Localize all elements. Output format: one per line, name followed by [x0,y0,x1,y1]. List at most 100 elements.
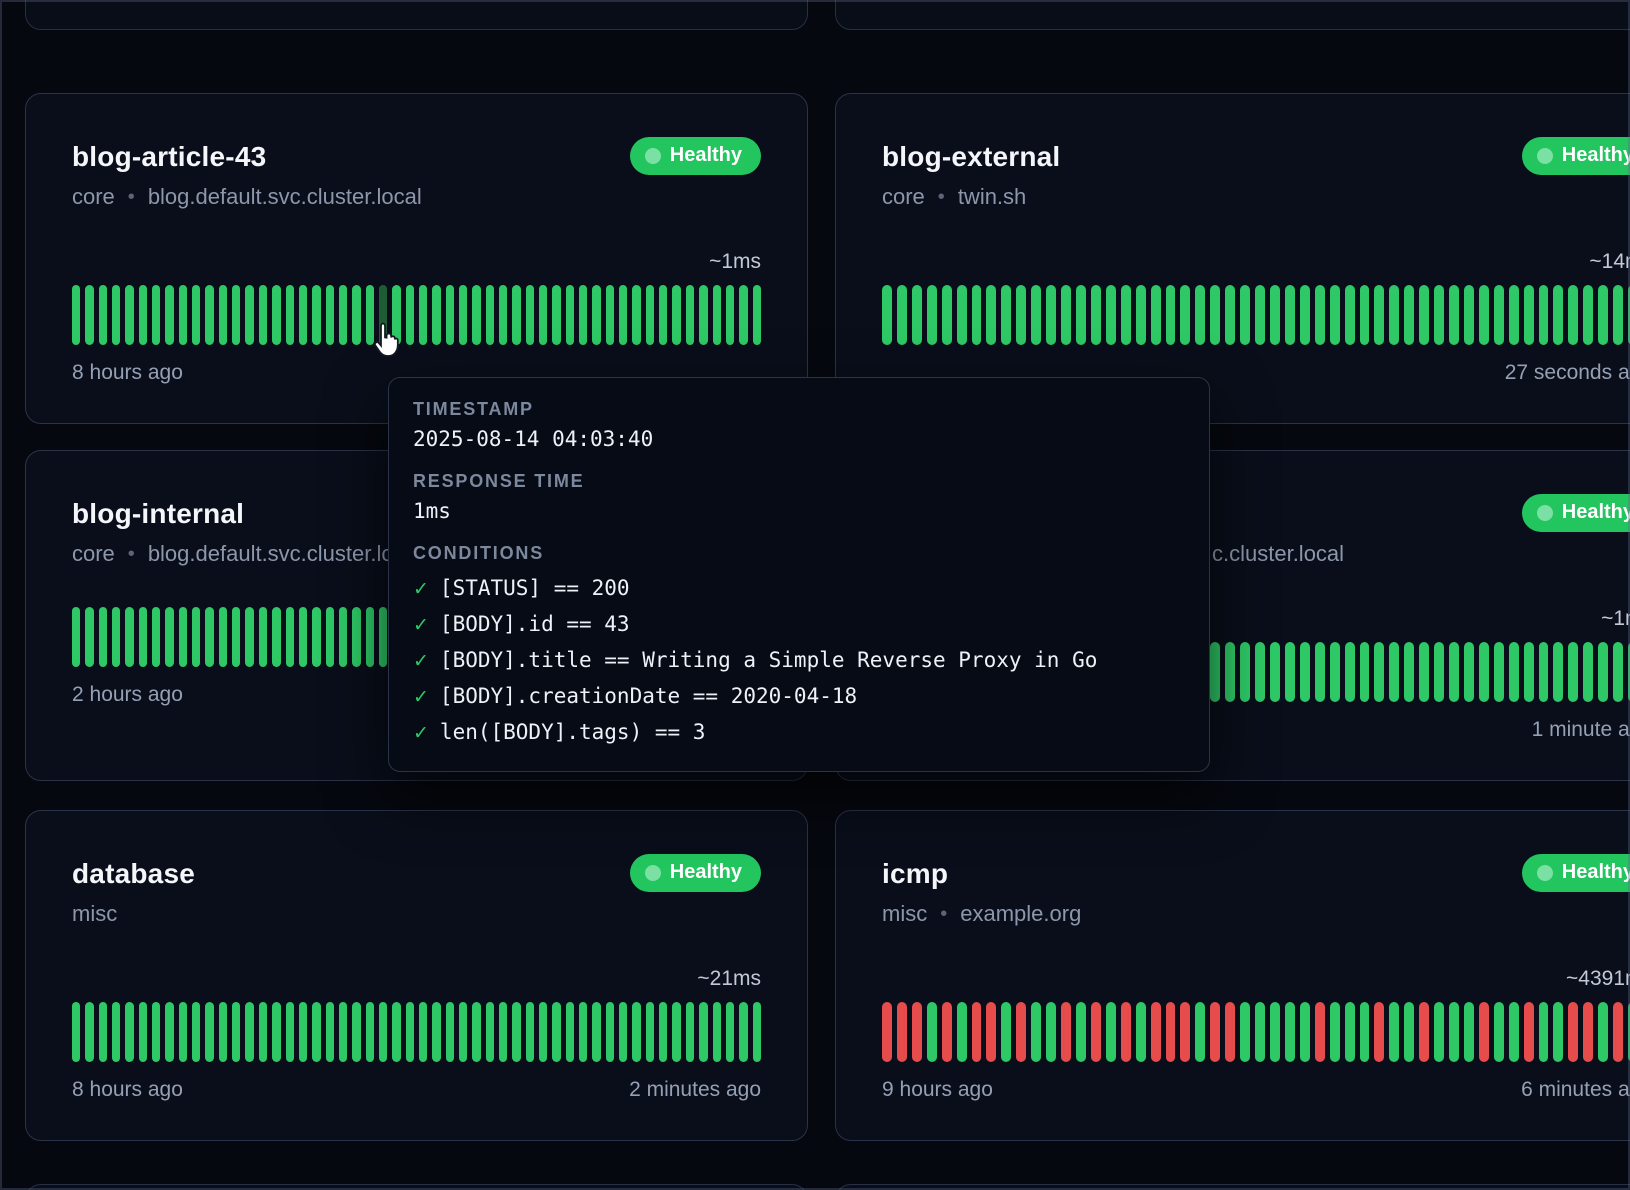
uptime-bar[interactable] [1151,285,1161,345]
uptime-bar[interactable] [1509,642,1519,702]
uptime-bar[interactable] [1031,1002,1041,1062]
uptime-bar[interactable] [339,607,347,667]
uptime-bars[interactable] [882,285,1630,345]
uptime-bar[interactable] [312,1002,320,1062]
uptime-bar[interactable] [1330,642,1340,702]
uptime-bar[interactable] [1330,1002,1340,1062]
uptime-bar[interactable] [286,607,294,667]
uptime-bar[interactable] [1568,642,1578,702]
uptime-bar[interactable] [1613,1002,1623,1062]
uptime-bar[interactable] [912,1002,922,1062]
uptime-bar[interactable] [1539,642,1549,702]
uptime-bar[interactable] [1345,1002,1355,1062]
uptime-bar[interactable] [1345,642,1355,702]
uptime-bars[interactable] [882,1002,1630,1062]
uptime-bar[interactable] [1449,285,1459,345]
uptime-bar[interactable] [192,285,200,345]
uptime-bar[interactable] [686,1002,694,1062]
uptime-bar[interactable] [606,1002,614,1062]
uptime-bar[interactable] [1225,1002,1235,1062]
uptime-bar[interactable] [99,285,107,345]
uptime-bar[interactable] [1240,285,1250,345]
uptime-bar[interactable] [1449,1002,1459,1062]
uptime-bar[interactable] [152,607,160,667]
uptime-bar[interactable] [1166,285,1176,345]
uptime-bar[interactable] [232,285,240,345]
uptime-bar[interactable] [192,607,200,667]
uptime-bar[interactable] [352,285,360,345]
uptime-bar[interactable] [592,1002,600,1062]
uptime-bar[interactable] [1404,1002,1414,1062]
uptime-bar[interactable] [552,285,560,345]
uptime-bar[interactable] [566,285,574,345]
uptime-bar[interactable] [179,285,187,345]
uptime-bar[interactable] [606,285,614,345]
uptime-bar[interactable] [72,285,80,345]
uptime-bar[interactable] [326,607,334,667]
uptime-bar[interactable] [1598,1002,1608,1062]
uptime-bar[interactable] [392,1002,400,1062]
uptime-bar[interactable] [446,1002,454,1062]
uptime-bar[interactable] [232,607,240,667]
uptime-bar[interactable] [486,1002,494,1062]
uptime-bar[interactable] [259,607,267,667]
uptime-bar[interactable] [1195,1002,1205,1062]
uptime-bar[interactable] [1315,285,1325,345]
uptime-bar[interactable] [659,1002,667,1062]
uptime-bar[interactable] [672,285,680,345]
uptime-bar[interactable] [1553,1002,1563,1062]
uptime-bar[interactable] [179,607,187,667]
uptime-bar[interactable] [299,1002,307,1062]
uptime-bar[interactable] [927,1002,937,1062]
uptime-bar[interactable] [1479,285,1489,345]
uptime-bar[interactable] [99,607,107,667]
uptime-bar[interactable] [1061,285,1071,345]
uptime-bar[interactable] [1210,1002,1220,1062]
uptime-bar[interactable] [699,1002,707,1062]
uptime-bar[interactable] [1404,642,1414,702]
uptime-bar[interactable] [1016,285,1026,345]
uptime-bar[interactable] [472,1002,480,1062]
uptime-bar[interactable] [619,1002,627,1062]
uptime-bar[interactable] [499,1002,507,1062]
uptime-bar[interactable] [139,285,147,345]
uptime-bar[interactable] [245,607,253,667]
uptime-bar[interactable] [739,285,747,345]
uptime-bar[interactable] [1464,285,1474,345]
uptime-bar[interactable] [1509,1002,1519,1062]
uptime-bar[interactable] [219,285,227,345]
uptime-bar[interactable] [957,285,967,345]
uptime-bar[interactable] [1210,642,1220,702]
uptime-bar[interactable] [219,1002,227,1062]
uptime-bar[interactable] [632,285,640,345]
uptime-bar[interactable] [1613,642,1623,702]
uptime-bar[interactable] [672,1002,680,1062]
uptime-bar[interactable] [1300,642,1310,702]
uptime-bar[interactable] [245,285,253,345]
uptime-bar[interactable] [366,607,374,667]
uptime-bar[interactable] [219,607,227,667]
uptime-bar[interactable] [112,285,120,345]
uptime-bar[interactable] [165,285,173,345]
uptime-bar[interactable] [139,1002,147,1062]
uptime-bar[interactable] [99,1002,107,1062]
uptime-bar[interactable] [1524,642,1534,702]
uptime-bar[interactable] [312,607,320,667]
uptime-bar[interactable] [1360,642,1370,702]
uptime-bar[interactable] [579,1002,587,1062]
uptime-bar[interactable] [1076,1002,1086,1062]
uptime-bar[interactable] [1166,1002,1176,1062]
uptime-bar[interactable] [352,607,360,667]
uptime-bar[interactable] [1494,1002,1504,1062]
uptime-bar[interactable] [753,285,761,345]
uptime-bar[interactable] [1106,1002,1116,1062]
uptime-bar[interactable] [326,1002,334,1062]
uptime-bar[interactable] [942,285,952,345]
uptime-bar[interactable] [406,1002,414,1062]
uptime-bar[interactable] [446,285,454,345]
uptime-bar[interactable] [1270,642,1280,702]
uptime-bar[interactable] [1419,642,1429,702]
uptime-bar[interactable] [526,285,534,345]
uptime-bar[interactable] [1345,285,1355,345]
uptime-bar[interactable] [299,607,307,667]
